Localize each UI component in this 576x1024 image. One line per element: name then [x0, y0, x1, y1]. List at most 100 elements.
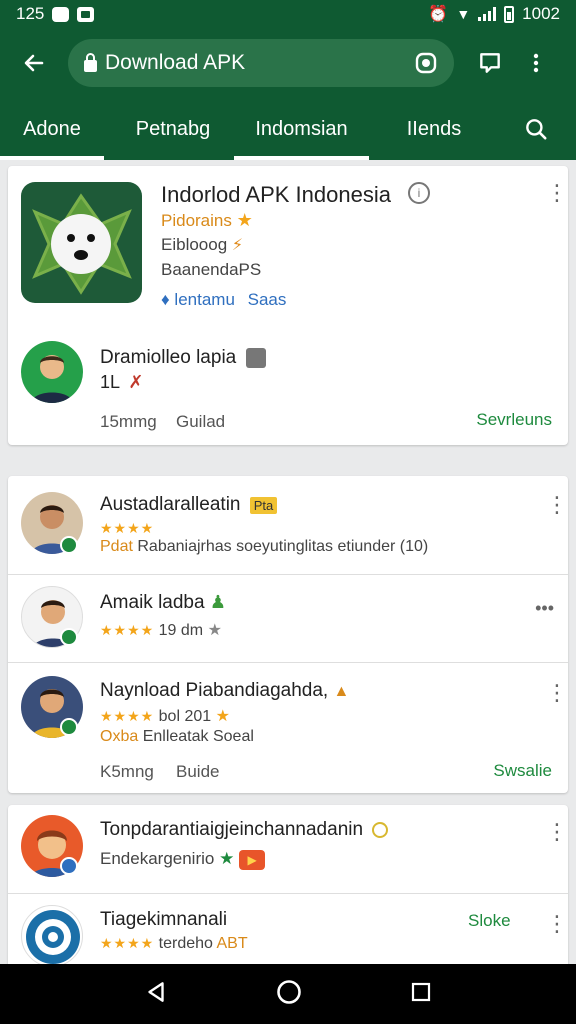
tag-text: lentamu — [174, 290, 235, 309]
more-horiz-icon[interactable]: ••• — [535, 598, 554, 619]
star-icon: ★ — [236, 210, 253, 230]
android-icon: ♟ — [209, 592, 226, 612]
smile-icon — [372, 821, 389, 838]
wifi-icon: ▼ — [456, 6, 471, 22]
signal-icon — [478, 7, 497, 21]
more-vert-icon[interactable]: ⋮ — [546, 182, 568, 204]
lightning-icon: ⚡ — [231, 237, 244, 254]
services-link[interactable]: Sevrleuns — [476, 410, 552, 430]
app-bar: Download APK — [0, 28, 576, 98]
star-icon: ★ — [219, 849, 235, 868]
lock-icon — [84, 52, 97, 72]
rating-stars: ★★★★ — [100, 520, 155, 536]
message-icon — [77, 6, 95, 22]
tab-indomsian[interactable]: Indomsian — [234, 98, 369, 160]
tab-bar: Adone Petnabg Indomsian IIends — [0, 98, 576, 160]
item-sub-line: Endekargenirio ★ ▶ — [100, 849, 266, 870]
tab-label: IIends — [406, 117, 462, 140]
list-item-title[interactable]: Austadlaralleatin Pta — [100, 494, 278, 516]
rating-text: terdeho — [158, 935, 213, 952]
nav-back-button[interactable] — [143, 979, 169, 1010]
more-vert-icon — [533, 53, 539, 73]
author-name-line: Dramiolleo lapia — [100, 347, 266, 369]
tab-petnabg[interactable]: Petnabg — [120, 98, 226, 160]
tabs-button[interactable] — [470, 43, 510, 83]
tab-adone[interactable]: Adone — [0, 98, 104, 160]
nav-recents-button[interactable] — [409, 980, 433, 1009]
more-vert-icon[interactable]: ⋮ — [546, 682, 568, 704]
author-sub: 1L — [100, 372, 120, 392]
list-item-title[interactable]: Naynload Piabandiagahda, ▲ — [100, 680, 349, 702]
record-icon — [415, 52, 437, 74]
item-sub: Endekargenirio — [100, 849, 215, 868]
alarm-icon: ⏰ — [428, 6, 449, 23]
item-rating-line: ★★★★ 19 dm ★ — [100, 620, 222, 640]
footer-guide: Guilad — [176, 412, 226, 431]
author-name: Dramiolleo lapia — [100, 347, 237, 368]
list-item-title[interactable]: Amaik ladba ♟ — [100, 592, 226, 614]
square-recents-icon — [411, 982, 431, 1001]
divider — [8, 893, 568, 894]
verified-badge-icon — [60, 536, 78, 554]
slash-icon: ✗ — [128, 372, 144, 392]
action-link[interactable]: Swsalie — [493, 761, 552, 781]
tag-line[interactable]: ♦ lentamu Saas — [161, 290, 286, 310]
notification-icon — [52, 6, 70, 22]
developer-line: Pidorains ★ — [161, 210, 253, 231]
footer-size: 15mmg — [100, 412, 157, 431]
app-icon[interactable] — [21, 182, 142, 303]
meta-prefix: Pdat — [100, 538, 133, 555]
meta-text: Enlleatak Soeal — [142, 728, 254, 745]
search-button[interactable] — [510, 98, 562, 160]
rating-stars: ★★★★ — [100, 708, 155, 724]
package-line: BaanendaPS — [161, 260, 262, 279]
rating-stars: ★★★★ — [100, 622, 155, 638]
pro-badge: Pta — [249, 497, 278, 514]
search-icon — [526, 119, 547, 140]
verified-badge-icon — [60, 718, 78, 736]
featured-app-card[interactable]: Indorlod APK Indonesia i ⋮ Pidorains ★ E… — [8, 166, 568, 445]
bell-icon: ▲ — [333, 683, 350, 700]
item-name: Amaik ladba — [100, 592, 205, 613]
info-icon[interactable]: i — [408, 182, 430, 204]
item-rating-line: ★★★★ terdeho ABT — [100, 935, 248, 953]
tag-text-2: Saas — [247, 290, 287, 309]
back-button[interactable] — [14, 43, 54, 83]
more-vert-icon[interactable]: ⋮ — [546, 821, 568, 843]
item-rating-line: ★★★★ bol 201 ★ — [100, 706, 230, 726]
tag-icon: ♦ — [161, 290, 170, 309]
author-avatar[interactable] — [21, 341, 83, 403]
circle-home-icon — [277, 979, 301, 1004]
more-vert-icon[interactable]: ⋮ — [546, 913, 568, 935]
meta-prefix: Oxba — [100, 728, 139, 745]
triangle-back-icon — [148, 981, 164, 1002]
chat-square-icon — [480, 53, 500, 73]
url-text: Download APK — [105, 51, 246, 74]
rating-stars: ★★★★ — [100, 935, 155, 951]
item-meta-line: Oxba Enlleatak Soeal — [100, 728, 254, 746]
footer-guide: Buide — [176, 762, 220, 781]
url-bar[interactable]: Download APK — [68, 39, 454, 87]
item-name: Naynload Piabandiagahda, — [100, 680, 329, 701]
category-line: Eiblooog ⚡ — [161, 235, 243, 255]
more-vert-icon[interactable]: ⋮ — [546, 494, 568, 516]
list-item-title[interactable]: Tiagekimnanali — [100, 909, 227, 931]
status-bar: 125 ⏰ ▼ 1002 — [0, 0, 576, 28]
play-icon: ▶ — [239, 850, 266, 870]
verified-badge-icon — [60, 628, 78, 646]
item-meta-line: Pdat Rabaniajrhas soeyutinglitas etiunde… — [100, 538, 428, 556]
divider — [8, 662, 568, 663]
nav-home-button[interactable] — [275, 978, 303, 1011]
tab-iiends[interactable]: IIends — [386, 98, 482, 160]
app-list-card: Austadlaralleatin Pta ★★★★ Pdat Rabaniaj… — [8, 476, 568, 793]
avatar[interactable] — [21, 905, 83, 967]
app-title: Indorlod APK Indonesia — [161, 182, 391, 207]
bottom-app-card: Tonpdarantiaigjeinchannadanin Endekargen… — [8, 805, 568, 975]
star-icon: ★ — [207, 622, 222, 639]
overflow-menu-button[interactable] — [516, 43, 556, 83]
tab-label: Adone — [23, 117, 81, 140]
action-link[interactable]: Sloke — [468, 911, 511, 931]
list-item-title[interactable]: Tonpdarantiaigjeinchannadanin — [100, 819, 389, 841]
status-clock: 1002 — [522, 4, 560, 23]
verified-badge-icon — [60, 857, 78, 875]
